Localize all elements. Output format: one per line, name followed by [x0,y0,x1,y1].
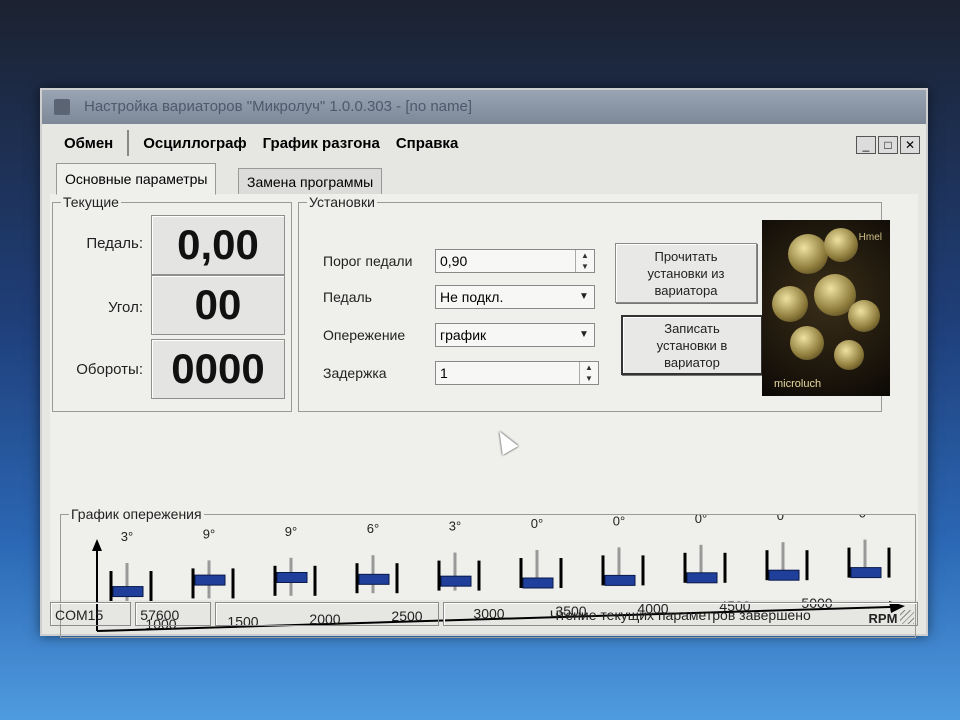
angle-readout: 00 [151,275,285,335]
rpm-label: Обороты: [76,361,143,378]
advance-value-label: 3° [449,519,461,534]
current-values-group: Текущие Педаль: 0,00 Угол: 00 Обороты: 0… [52,194,292,412]
current-values-title: Текущие [61,194,121,210]
advance-label: Опережение [323,327,406,343]
write-settings-button[interactable]: Записать установки в вариатор [621,315,763,375]
menu-oscilloscope[interactable]: Осциллограф [135,135,254,152]
advance-select[interactable]: график ▼ [435,323,595,347]
pedal-label: Педаль: [86,235,143,252]
logo-bottom-text: microluch [774,378,822,390]
advance-slider-thumb[interactable] [112,586,144,598]
read-settings-button[interactable]: Прочитать установки из вариатора [615,243,757,303]
delay-spin-arrows[interactable]: ▲ ▼ [579,362,598,384]
threshold-spinner[interactable]: 0,90 ▲ ▼ [435,249,595,273]
menu-separator [127,130,130,156]
chevron-down-icon[interactable]: ▼ [574,324,594,346]
tab-content: Текущие Педаль: 0,00 Угол: 00 Обороты: 0… [50,194,918,638]
logo-top-text: Hmel [858,232,882,243]
advance-value-label: 9° [285,524,297,539]
advance-slider-thumb[interactable] [850,567,882,579]
status-message: Чтение текущих параметров завершено [442,602,918,626]
advance-slider-thumb[interactable] [686,572,718,584]
menu-help[interactable]: Справка [388,135,466,152]
maximize-button[interactable]: □ [878,136,898,154]
advance-value-label: 6° [367,521,379,536]
rpm-readout: 0000 [151,339,285,399]
status-bar: COM15 57600 Чтение текущих параметров за… [50,602,918,628]
advance-slider-thumb[interactable] [276,572,308,583]
app-icon [54,99,70,115]
tab-strip: Основные параметры Замена программы [56,163,918,195]
threshold-spin-arrows[interactable]: ▲ ▼ [575,250,594,272]
pedal-readout: 0,00 [151,215,285,275]
title-bar[interactable]: Настройка вариаторов "Микролуч" 1.0.0.30… [42,90,926,124]
advance-value-label: 0° [695,515,707,526]
delay-value: 1 [440,365,448,381]
threshold-label: Порог педали [323,253,413,269]
advance-slider-thumb[interactable] [358,573,390,585]
advance-value: график [440,327,487,343]
hop-image [848,300,880,332]
resize-grip[interactable] [900,610,914,624]
delay-label: Задержка [323,365,387,381]
advance-value-label: 0° [859,515,871,521]
close-button[interactable]: ✕ [900,136,920,154]
advance-value-label: 0° [777,515,789,523]
angle-label: Угол: [108,299,143,316]
pedal-mode-select[interactable]: Не подкл. ▼ [435,285,595,309]
tab-program-replace[interactable]: Замена программы [238,168,383,195]
menu-exchange[interactable]: Обмен [56,135,121,152]
pedal-mode-value: Не подкл. [440,289,504,305]
hop-image [790,326,824,360]
status-baud: 57600 [135,602,211,626]
app-window: Настройка вариаторов "Микролуч" 1.0.0.30… [40,88,928,638]
advance-slider-thumb[interactable] [194,574,226,586]
window-controls: _ □ ✕ [856,136,920,154]
advance-value-label: 0° [531,516,543,531]
pedal-mode-label: Педаль [323,289,372,305]
hop-image [772,286,808,322]
hop-image [824,228,858,262]
status-empty [214,602,439,626]
advance-slider-thumb[interactable] [440,575,472,587]
advance-value-label: 0° [613,515,625,528]
advance-slider-thumb[interactable] [522,577,554,589]
menu-bar: Обмен Осциллограф График разгона Справка [56,124,926,162]
advance-value-label: 3° [121,529,133,544]
advance-slider-thumb[interactable] [604,574,636,586]
hop-image [834,340,864,370]
microluch-logo: Hmel microluch [762,220,890,396]
menu-acceleration-graph[interactable]: График разгона [255,135,388,152]
status-port: COM15 [50,602,132,626]
settings-title: Установки [307,194,377,210]
delay-spinner[interactable]: 1 ▲ ▼ [435,361,599,385]
chart-title: График опережения [69,506,204,522]
window-title: Настройка вариаторов "Микролуч" 1.0.0.30… [84,98,473,115]
chevron-down-icon[interactable]: ▼ [574,286,594,308]
hop-image [788,234,828,274]
advance-slider-thumb[interactable] [768,569,800,581]
tab-main-parameters[interactable]: Основные параметры [56,163,217,195]
advance-value-label: 9° [203,526,215,541]
y-axis-arrow-icon [92,539,102,551]
threshold-value: 0,90 [440,253,468,269]
minimize-button[interactable]: _ [856,136,876,154]
